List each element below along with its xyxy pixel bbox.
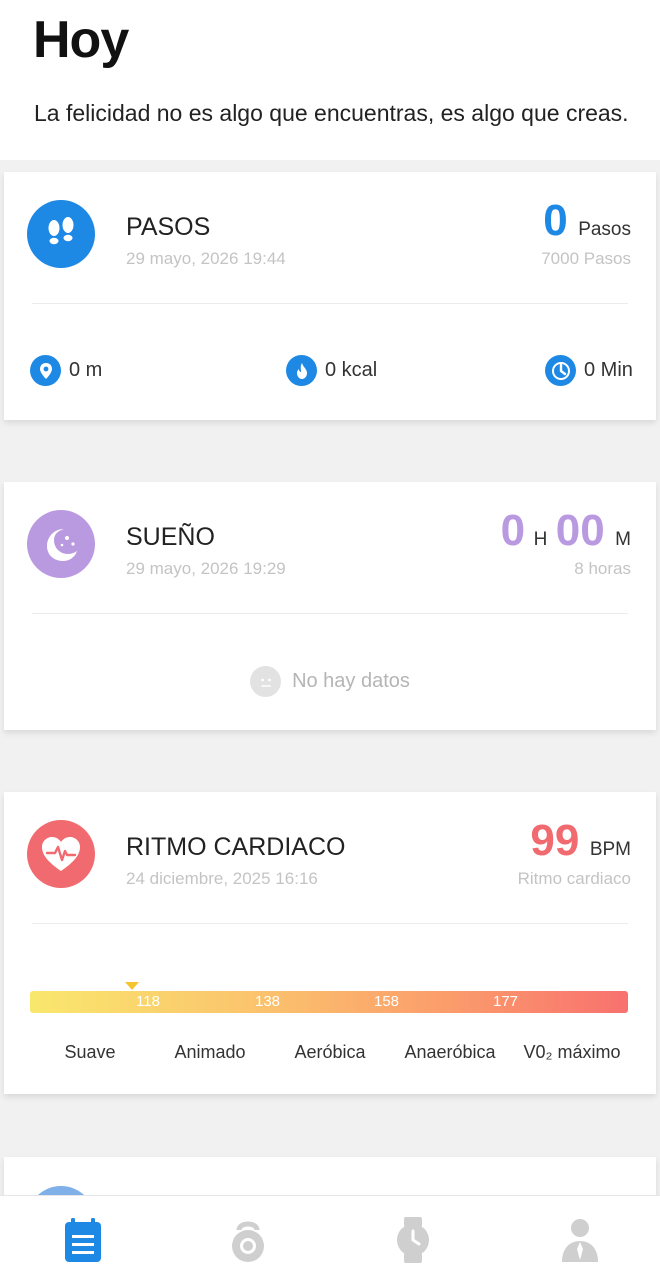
page-header: Hoy La felicidad no es algo que encuentr…: [0, 0, 660, 160]
sleep-minutes: 00: [555, 506, 605, 555]
steps-title: PASOS: [126, 213, 211, 241]
sleep-divider: [32, 613, 628, 614]
next-card-peek: [0, 1140, 660, 1195]
distance-value: 0 m: [69, 359, 103, 381]
heart-rate-value-group: 99 BPM: [530, 816, 631, 866]
steps-value-group: 0 Pasos: [543, 196, 631, 246]
zone-threshold-4: 177: [493, 993, 519, 1010]
sleep-minutes-unit: M: [615, 529, 631, 550]
heart-zone-bar: 118 138 158 177: [30, 991, 628, 1013]
calories-value: 0 kcal: [325, 359, 378, 381]
person-icon: [562, 1219, 598, 1262]
sleep-empty-text: No hay datos: [292, 670, 410, 692]
kettlebell-icon: [232, 1221, 264, 1262]
distance-stat: 0 m: [30, 355, 102, 386]
sleep-goal: 8 horas: [574, 559, 631, 578]
heart-rate-card[interactable]: RITMO CARDIACO 24 diciembre, 2025 16:16 …: [4, 792, 656, 1094]
zone-label-3: Aeróbica: [294, 1042, 366, 1062]
heart-rate-sub: Ritmo cardiaco: [517, 869, 631, 888]
calories-stat: 0 kcal: [286, 355, 377, 386]
sleep-card[interactable]: SUEÑO 29 mayo, 2026 19:29 0 H 00 M 8 hor…: [4, 482, 656, 730]
steps-date: 29 mayo, 2026 19:44: [126, 249, 286, 268]
zone-label-4: Anaeróbica: [404, 1042, 496, 1062]
watch-icon: [397, 1217, 429, 1263]
nav-today[interactable]: [53, 1210, 113, 1270]
page-title: Hoy: [33, 11, 129, 69]
duration-value: 0 Min: [584, 359, 633, 381]
zone-threshold-2: 138: [255, 993, 281, 1010]
clipboard-list-icon: [65, 1218, 101, 1262]
location-pin-icon: [30, 355, 61, 386]
heart-rate-title: RITMO CARDIACO: [126, 833, 346, 861]
sleep-date: 29 mayo, 2026 19:29: [126, 559, 286, 578]
flame-icon: [286, 355, 317, 386]
zone-threshold-1: 118: [136, 993, 160, 1010]
duration-stat: 0 Min: [545, 355, 633, 386]
steps-card[interactable]: PASOS 29 mayo, 2026 19:44 0 Pasos 7000 P…: [4, 172, 656, 420]
zone-label-5: V0₂ máximo: [523, 1042, 621, 1062]
moon-stars-icon: [27, 510, 95, 578]
heart-rate-divider: [32, 923, 628, 924]
clock-icon: [545, 355, 576, 386]
footprints-icon: [27, 200, 95, 268]
motivational-quote: La felicidad no es algo que encuentras, …: [34, 100, 629, 126]
heart-rate-value: 99: [530, 816, 580, 865]
steps-value: 0: [543, 196, 568, 245]
sad-face-icon: [250, 666, 282, 697]
current-heart-rate-marker: [124, 982, 139, 990]
sleep-title: SUEÑO: [126, 523, 215, 551]
zone-threshold-3: 158: [374, 993, 400, 1010]
sleep-hours: 0: [500, 506, 526, 555]
heart-rate-unit: BPM: [589, 839, 631, 860]
sleep-empty-state: No hay datos: [4, 666, 656, 697]
zone-label-1: Suave: [64, 1042, 116, 1062]
steps-unit: Pasos: [578, 219, 631, 240]
nav-device[interactable]: [383, 1210, 443, 1270]
nav-profile[interactable]: [550, 1210, 610, 1270]
bottom-navigation: [0, 1195, 660, 1280]
sleep-value-group: 0 H 00 M: [501, 506, 631, 556]
sleep-hours-unit: H: [533, 529, 548, 550]
heart-pulse-icon: [27, 820, 95, 888]
steps-divider: [32, 303, 628, 304]
steps-goal: 7000 Pasos: [541, 249, 631, 268]
zone-label-2: Animado: [174, 1042, 246, 1062]
nav-exercise[interactable]: [218, 1210, 278, 1270]
heart-rate-date: 24 diciembre, 2025 16:16: [126, 869, 318, 888]
